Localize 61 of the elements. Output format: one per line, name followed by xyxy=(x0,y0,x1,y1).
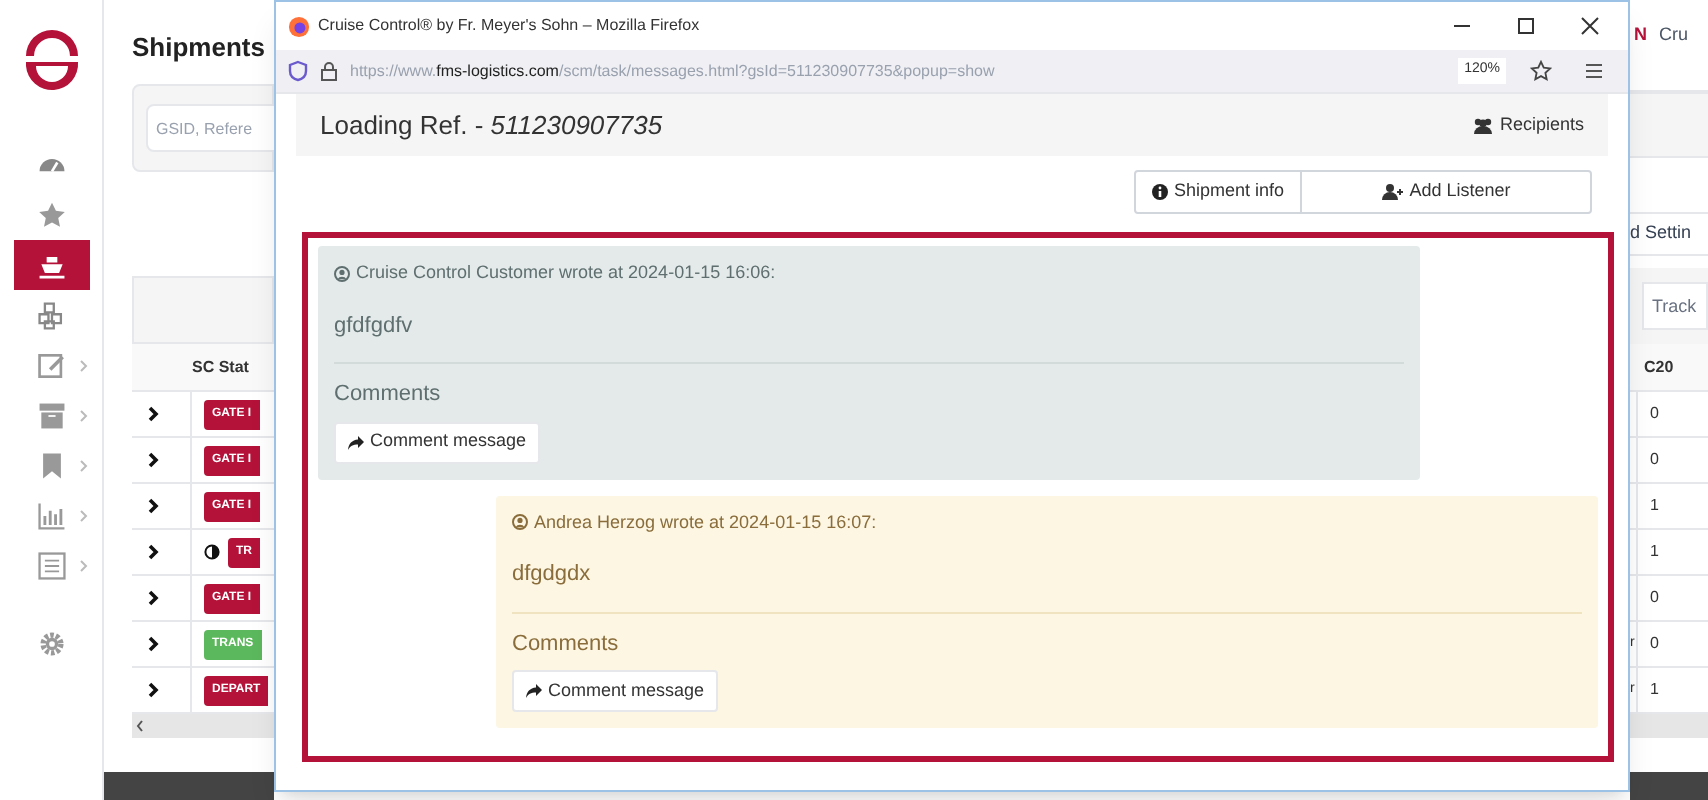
browser-logo-icon xyxy=(288,15,310,37)
user-circle-icon xyxy=(334,265,350,282)
scroll-left-icon[interactable] xyxy=(136,720,144,732)
add-user-icon xyxy=(1381,184,1404,200)
loading-reference: Loading Ref. - 511230907735 xyxy=(320,107,663,144)
window-title: Cruise Control® by Fr. Meyer's Sohn – Mozilla Firefox xyxy=(318,14,702,38)
page-title: Shipments xyxy=(132,32,265,62)
chevron-icon[interactable] xyxy=(148,682,160,698)
chevron-icon[interactable] xyxy=(148,406,160,422)
url-text[interactable]: https://www.fms-logistics.com/scm/task/messages.html?gsId=511230907735&popup=show xyxy=(350,59,1447,83)
archive-icon xyxy=(35,399,67,431)
message-author: Cruise Control Customer wrote at 2024-01-15 16:06: xyxy=(356,260,776,286)
share-icon xyxy=(348,435,364,449)
column-header: C20 xyxy=(1644,355,1674,379)
table-cell: 1 xyxy=(1650,540,1659,564)
comment-button[interactable]: Comment message xyxy=(512,670,719,712)
users-icon xyxy=(1471,117,1494,133)
table-cell: 0 xyxy=(1650,448,1659,472)
close-icon[interactable] xyxy=(1580,16,1600,36)
user-initial: N xyxy=(1634,22,1647,49)
cubes-icon xyxy=(35,299,67,331)
chevron-icon[interactable] xyxy=(148,544,160,560)
message-body: gfdfgdfv xyxy=(334,311,415,341)
info-icon xyxy=(1151,184,1168,200)
settings-icon xyxy=(35,627,67,659)
add-listener-button[interactable]: Add Listener xyxy=(1300,170,1592,214)
star-icon[interactable] xyxy=(1530,60,1552,82)
edit-icon xyxy=(35,349,67,381)
user-name[interactable]: Cru xyxy=(1659,22,1689,50)
table-cell: 0 xyxy=(1650,586,1659,610)
column-header: SC Stat xyxy=(192,355,249,379)
nav-item[interactable] xyxy=(13,240,89,290)
maximize-icon[interactable] xyxy=(1516,16,1536,36)
comments-label: Comments xyxy=(512,629,621,659)
horizontal-scrollbar[interactable] xyxy=(132,714,274,738)
user-circle-icon xyxy=(512,514,528,531)
shield-icon[interactable] xyxy=(288,60,308,82)
comment-button[interactable]: Comment message xyxy=(334,421,541,463)
chevron-icon[interactable] xyxy=(148,590,160,606)
recipients-button[interactable]: Recipients xyxy=(1471,111,1584,139)
shipment-info-button[interactable]: Shipment info xyxy=(1134,170,1302,214)
footer-bar xyxy=(1630,772,1708,800)
chevron-icon[interactable] xyxy=(148,452,160,468)
horizontal-scrollbar[interactable] xyxy=(1630,714,1708,738)
star-icon xyxy=(35,199,67,231)
track-field[interactable]: Track xyxy=(1642,282,1708,330)
search-field[interactable]: GSID, Refere xyxy=(146,104,276,152)
table-cell: 1 xyxy=(1650,678,1659,702)
table-cell: 0 xyxy=(1650,632,1659,656)
share-icon xyxy=(526,684,542,698)
list-icon xyxy=(35,549,67,581)
comments-label: Comments xyxy=(334,380,443,410)
chevron-icon[interactable] xyxy=(148,636,160,652)
table-cell: 1 xyxy=(1650,494,1659,518)
message-body: dfgdgdx xyxy=(512,560,593,590)
menu-icon[interactable] xyxy=(1584,62,1604,80)
message-author: Andrea Herzog wrote at 2024-01-15 16:07: xyxy=(534,509,877,536)
bar-chart-icon xyxy=(35,499,67,531)
lock-icon[interactable] xyxy=(320,60,338,82)
chevron-icon[interactable] xyxy=(148,498,160,514)
table-cell: 0 xyxy=(1650,402,1659,426)
